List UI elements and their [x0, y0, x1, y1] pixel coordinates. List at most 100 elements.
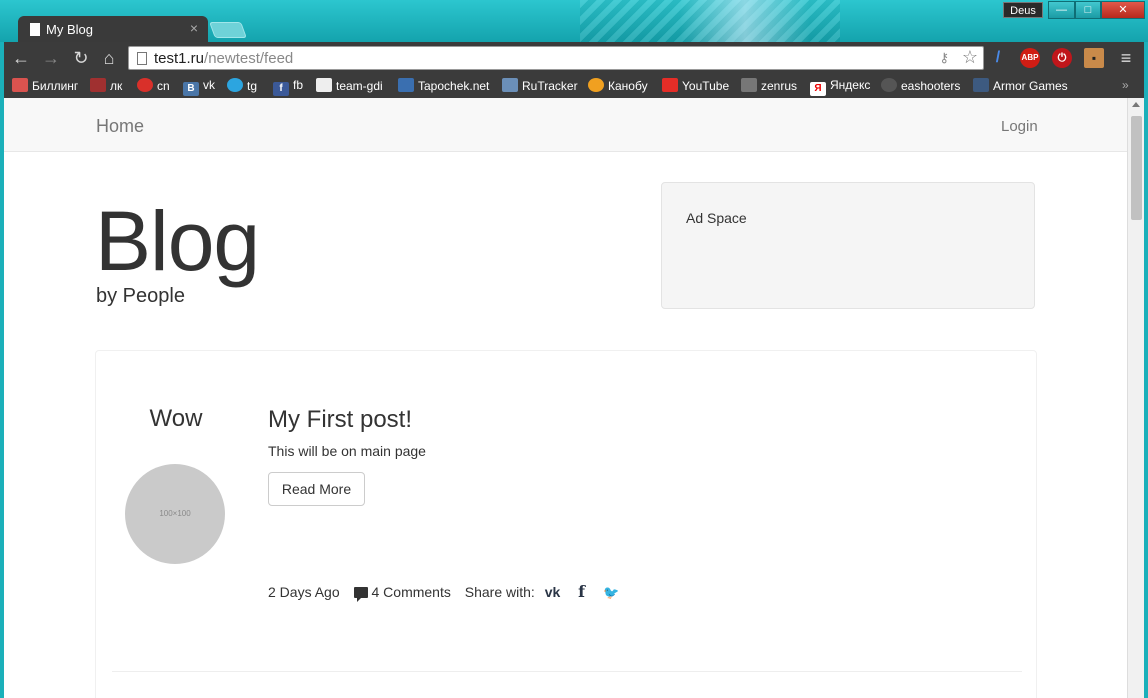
bookmark-label: vk — [203, 78, 215, 92]
nav-login-link[interactable]: Login — [1001, 118, 1038, 135]
bookmarks-overflow-icon[interactable]: » — [1122, 78, 1129, 92]
vk-icon: B — [183, 82, 199, 96]
new-tab-button[interactable] — [209, 22, 247, 38]
back-icon[interactable]: ← — [10, 48, 32, 68]
page-scrollbar[interactable] — [1127, 98, 1144, 698]
page-viewport: Home Login Blog by People Ad Space Wow 1… — [4, 98, 1144, 698]
comment-icon — [353, 587, 368, 602]
scroll-up-icon[interactable] — [1132, 102, 1140, 107]
twitter-share-icon[interactable]: 🐦 — [603, 585, 619, 601]
reload-icon[interactable]: ↻ — [70, 48, 92, 68]
bookmark-tapochek[interactable]: Tapochek.net — [398, 78, 489, 93]
bookmark-armor-games[interactable]: Armor Games — [973, 78, 1068, 93]
bookmark-kanobu[interactable]: Канобу — [588, 78, 648, 93]
bookmark-label: Биллинг — [32, 79, 79, 93]
youtube-icon — [662, 78, 678, 92]
bookmark-youtube[interactable]: YouTube — [662, 78, 729, 93]
bookmark-label: cn — [157, 79, 170, 93]
lk-icon — [90, 78, 106, 92]
bookmark-yandex[interactable]: Я Яндекс — [810, 78, 870, 96]
eashooters-icon — [881, 78, 897, 92]
adblock-plus-icon[interactable]: ABP — [1020, 48, 1040, 68]
bookmark-fb[interactable]: f fb — [273, 78, 303, 96]
url-text: test1.ru/newtest/feed — [154, 50, 293, 67]
tapochek-icon — [398, 78, 414, 92]
browser-toolbar: ← → ↻ ⌂ test1.ru/newtest/feed ⚷ ☆ / ABP … — [4, 42, 1144, 74]
page-title: Blog — [95, 194, 260, 288]
post-meta: 2 Days Ago 4 Comments Share with: vk f 🐦 — [268, 582, 629, 602]
armor-games-icon — [973, 78, 989, 92]
bookmark-label: лк — [110, 79, 123, 93]
comments-count: 4 Comments — [371, 584, 451, 600]
ublock-icon[interactable]: ⏻ — [1052, 48, 1072, 68]
bookmark-lk[interactable]: лк — [90, 78, 122, 93]
title-bar: My Blog × Deus — □ ✕ — [0, 0, 1148, 42]
tab-my-blog[interactable]: My Blog × — [18, 16, 208, 42]
bookmark-zenrus[interactable]: zenrus — [741, 78, 797, 93]
post-time-ago: 2 Days Ago — [268, 584, 340, 600]
nav-home-link[interactable]: Home — [96, 116, 144, 137]
bookmark-label: Яндекс — [830, 78, 871, 92]
billing-icon — [12, 78, 28, 92]
ad-space-label: Ad Space — [686, 210, 747, 226]
tab-close-icon[interactable]: × — [190, 20, 198, 36]
address-bar[interactable]: test1.ru/newtest/feed ⚷ ☆ — [128, 46, 984, 70]
bookmark-cn[interactable]: cn — [137, 78, 170, 93]
scrollbar-thumb[interactable] — [1131, 116, 1142, 220]
bookmark-label: Канобу — [608, 79, 648, 93]
bookmark-label: YouTube — [682, 79, 730, 93]
bookmark-rutracker[interactable]: RuTracker — [502, 78, 578, 93]
facebook-share-icon[interactable]: f — [578, 582, 585, 601]
forward-icon[interactable]: → — [40, 48, 62, 68]
bookmark-label: fb — [293, 78, 304, 92]
face-extension-icon[interactable]: ▪ — [1084, 48, 1104, 68]
post-comments-link[interactable]: 4 Comments — [353, 584, 451, 602]
bookmark-label: team-gdi — [336, 79, 383, 93]
page-icon — [30, 23, 40, 36]
url-path: /newtest/feed — [204, 50, 294, 67]
page-info-icon[interactable] — [137, 52, 147, 65]
rutracker-icon — [502, 78, 518, 92]
bookmark-label: eashooters — [901, 79, 961, 93]
bookmark-label: zenrus — [761, 79, 798, 93]
bookmarks-bar: Биллинг лк cn Bvk tg f fb team-gdi Tapoch… — [4, 74, 1144, 98]
bookmark-tg[interactable]: tg — [227, 78, 257, 93]
facebook-icon: f — [273, 82, 289, 96]
maximize-button[interactable]: □ — [1075, 1, 1101, 19]
post-excerpt: This will be on main page — [268, 443, 426, 459]
pen-extension-icon[interactable]: / — [988, 48, 1008, 68]
page-subtitle: by People — [96, 285, 185, 307]
url-host: test1.ru — [154, 50, 205, 67]
team-gdi-icon — [316, 78, 332, 92]
bookmark-label: Tapochek.net — [418, 79, 490, 93]
bookmark-label: tg — [247, 79, 258, 93]
home-icon[interactable]: ⌂ — [98, 48, 120, 68]
bookmark-vk[interactable]: Bvk — [183, 78, 215, 96]
bookmark-star-icon[interactable]: ☆ — [962, 47, 978, 68]
tab-title: My Blog — [46, 22, 93, 37]
avatar: 100×100 — [125, 464, 225, 564]
profile-badge[interactable]: Deus — [1003, 2, 1043, 18]
post-title[interactable]: My First post! — [268, 406, 412, 434]
key-icon[interactable]: ⚷ — [939, 50, 949, 66]
close-window-button[interactable]: ✕ — [1101, 1, 1145, 19]
share-label: Share with: — [464, 584, 535, 600]
bookmark-team-gdi[interactable]: team-gdi — [316, 78, 383, 93]
telegram-icon — [227, 78, 243, 92]
minimize-button[interactable]: — — [1048, 1, 1075, 19]
site-navbar: Home Login — [4, 98, 1127, 152]
bookmark-label: Armor Games — [993, 79, 1068, 93]
post-divider — [112, 671, 1022, 672]
post-author-name: Wow — [149, 405, 203, 432]
kanobu-icon — [588, 78, 604, 92]
vk-share-icon[interactable]: vk — [545, 584, 561, 600]
bookmark-eashooters[interactable]: eashooters — [881, 78, 960, 93]
cn-icon — [137, 78, 153, 92]
read-more-button[interactable]: Read More — [268, 472, 365, 506]
ad-space-panel: Ad Space — [661, 182, 1035, 309]
yandex-icon: Я — [810, 82, 826, 96]
browser-window: My Blog × Deus — □ ✕ ← → ↻ ⌂ test1.ru/ne… — [0, 0, 1148, 698]
bookmark-billing[interactable]: Биллинг — [12, 78, 78, 93]
menu-icon[interactable]: ≡ — [1116, 48, 1136, 68]
bookmark-label: RuTracker — [522, 79, 578, 93]
